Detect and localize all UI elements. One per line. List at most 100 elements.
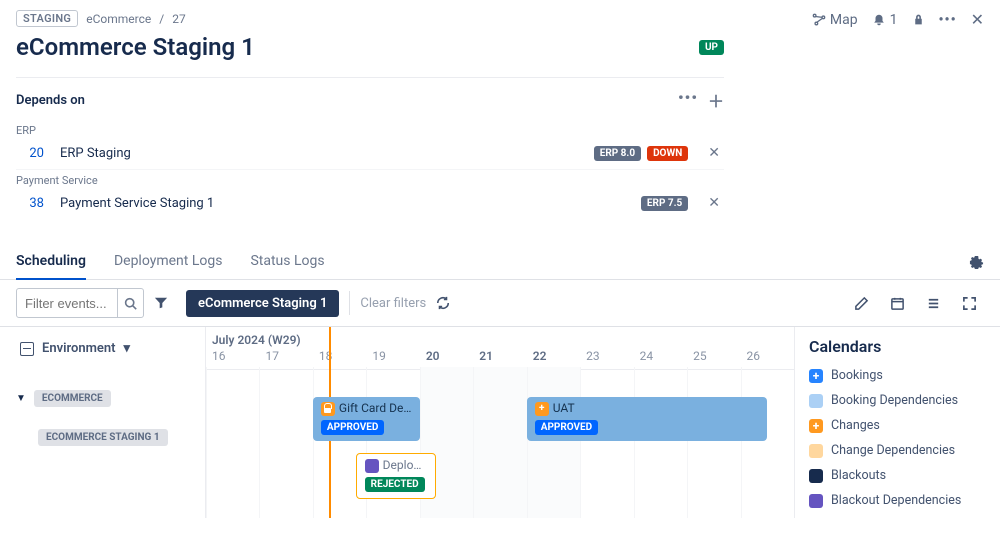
calendar-label: Blackout Dependencies xyxy=(831,493,961,508)
dep-tag: ERP 8.0 xyxy=(594,146,641,161)
calendar-icon xyxy=(890,296,905,311)
refresh-icon xyxy=(436,296,450,310)
calendar-item[interactable]: Booking Dependencies xyxy=(809,393,980,408)
calendar-button[interactable] xyxy=(890,296,912,311)
page-title: eCommerce Staging 1 xyxy=(16,33,255,61)
calendar-item[interactable]: Change Dependencies xyxy=(809,443,980,458)
dep-name[interactable]: Payment Service Staging 1 xyxy=(60,196,625,211)
breadcrumb-id[interactable]: 27 xyxy=(172,12,186,26)
dep-id[interactable]: 38 xyxy=(16,196,44,211)
dep-group-label: Payment Service xyxy=(16,174,724,187)
calendar-color-icon xyxy=(809,444,823,458)
calendar-label: Booking Dependencies xyxy=(831,393,958,408)
tab-deployment-logs[interactable]: Deployment Logs xyxy=(114,245,222,279)
calendar-item[interactable]: Blackout Dependencies xyxy=(809,493,980,508)
edit-button[interactable] xyxy=(854,296,876,311)
bell-icon xyxy=(872,13,886,27)
bell-count: 1 xyxy=(890,12,898,28)
close-button[interactable]: ✕ xyxy=(971,10,984,29)
remove-dep-button[interactable]: ✕ xyxy=(704,145,724,161)
env-child[interactable]: ECOMMERCE STAGING 1 xyxy=(38,429,168,446)
dep-id[interactable]: 20 xyxy=(16,146,44,161)
search-button[interactable] xyxy=(117,289,143,317)
day-header: 18 xyxy=(313,349,366,369)
day-header: 26 xyxy=(741,349,794,369)
breadcrumb: STAGING eCommerce / 27 xyxy=(16,10,186,27)
notifications-button[interactable]: 1 xyxy=(872,12,898,28)
filter-input[interactable] xyxy=(17,296,117,311)
event-status: APPROVED xyxy=(535,420,598,435)
dependency-row[interactable]: 38 Payment Service Staging 1 ERP 7.5 ✕ xyxy=(16,187,724,219)
calendar-color-icon: + xyxy=(809,419,823,433)
event-title: UAT xyxy=(553,401,575,415)
tab-scheduling[interactable]: Scheduling xyxy=(16,245,86,279)
calendar-color-icon xyxy=(809,469,823,483)
tab-status-logs[interactable]: Status Logs xyxy=(250,245,324,279)
lock-icon xyxy=(321,402,335,416)
filter-chip[interactable]: eCommerce Staging 1 xyxy=(186,290,339,317)
dep-tag: ERP 7.5 xyxy=(641,196,688,211)
chevron-down-icon[interactable]: ▾ xyxy=(124,341,131,356)
edit-icon xyxy=(854,296,869,311)
event-status: APPROVED xyxy=(321,420,384,435)
filter-icon xyxy=(154,296,168,310)
event-deployment[interactable]: Deployment REJECTED xyxy=(356,453,436,499)
calendar-color-icon: + xyxy=(809,369,823,383)
calendar-label: Change Dependencies xyxy=(831,443,955,458)
env-group[interactable]: ECOMMERCE xyxy=(34,390,111,407)
calendar-label: Changes xyxy=(831,418,880,433)
calendar-color-icon xyxy=(809,394,823,408)
group-toggle[interactable]: ▼ xyxy=(16,393,26,404)
event-title: Gift Card Demo xyxy=(339,401,412,415)
event-uat[interactable]: + UAT APPROVED xyxy=(527,397,768,441)
day-header: 16 xyxy=(206,349,259,369)
list-icon xyxy=(926,296,941,311)
dep-tag: DOWN xyxy=(647,146,688,161)
map-label: Map xyxy=(830,12,858,28)
day-header: 23 xyxy=(580,349,633,369)
depends-on-title: Depends on xyxy=(16,93,85,108)
fullscreen-icon xyxy=(962,296,977,311)
calendar-color-icon xyxy=(809,494,823,508)
more-button[interactable]: ••• xyxy=(939,12,957,28)
refresh-button[interactable] xyxy=(436,296,458,310)
calendar-label: Blackouts xyxy=(831,468,886,483)
clear-filters: Clear filters xyxy=(360,296,426,311)
calendar-item[interactable]: Blackouts xyxy=(809,468,980,483)
lock-button[interactable] xyxy=(912,13,925,26)
gear-icon xyxy=(969,255,984,270)
day-header: 17 xyxy=(259,349,312,369)
breadcrumb-parent[interactable]: eCommerce xyxy=(86,12,151,26)
week-label: July 2024 (W29) xyxy=(212,333,301,347)
filter-button[interactable] xyxy=(154,296,176,310)
search-icon xyxy=(124,297,137,310)
event-gift-card-demo[interactable]: Gift Card Demo APPROVED xyxy=(313,397,420,441)
day-header: 20 xyxy=(420,349,473,369)
day-header: 19 xyxy=(366,349,419,369)
settings-button[interactable] xyxy=(969,255,984,270)
change-icon xyxy=(365,459,379,473)
dep-name[interactable]: ERP Staging xyxy=(60,146,578,161)
day-header: 22 xyxy=(527,349,580,369)
calendar-label: Bookings xyxy=(831,368,883,383)
dependency-row[interactable]: 20 ERP Staging ERP 8.0 DOWN ✕ xyxy=(16,137,724,170)
remove-dep-button[interactable]: ✕ xyxy=(704,195,724,211)
list-button[interactable] xyxy=(926,296,948,311)
calendar-item[interactable]: + Changes xyxy=(809,418,980,433)
event-title: Deployment xyxy=(383,458,427,472)
day-header: 25 xyxy=(687,349,740,369)
fullscreen-button[interactable] xyxy=(962,296,984,311)
day-header: 24 xyxy=(634,349,687,369)
status-badge: UP xyxy=(699,40,724,55)
depends-add-button[interactable]: ＋ xyxy=(708,88,724,112)
calendar-item[interactable]: + Bookings xyxy=(809,368,980,383)
staging-badge: STAGING xyxy=(16,10,78,27)
booking-icon: + xyxy=(535,402,549,416)
map-button[interactable]: Map xyxy=(812,12,858,28)
environment-header[interactable]: Environment xyxy=(42,341,116,356)
event-status: REJECTED xyxy=(365,477,425,492)
collapse-icon[interactable] xyxy=(20,342,34,356)
day-header: 21 xyxy=(473,349,526,369)
calendars-title: Calendars xyxy=(809,337,980,356)
depends-more-button[interactable]: ••• xyxy=(678,88,698,112)
